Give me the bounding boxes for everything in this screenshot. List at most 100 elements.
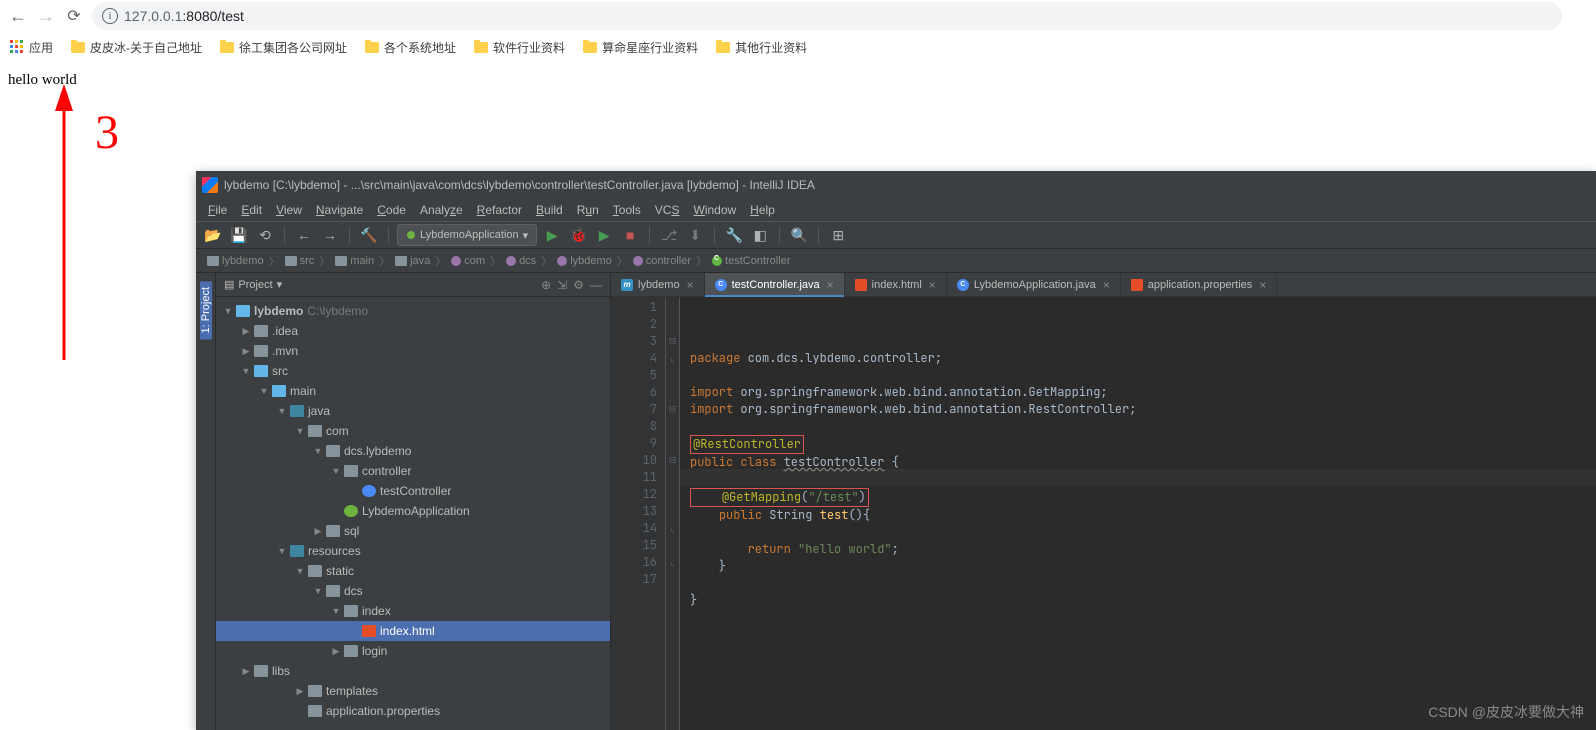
menu-window[interactable]: Window (687, 201, 742, 219)
editor-tab[interactable]: CtestController.java× (705, 273, 845, 296)
coverage-icon[interactable]: ▶ (593, 224, 615, 246)
tree-row[interactable]: ▼dcs (216, 581, 610, 601)
ide-menu-bar: File Edit View Navigate Code Analyze Ref… (196, 199, 1596, 221)
settings-icon[interactable]: 🔧 (723, 224, 745, 246)
search-icon[interactable]: 🔍 (788, 224, 810, 246)
forward-button[interactable]: → (36, 6, 56, 26)
breadcrumb-item[interactable]: com (448, 255, 488, 267)
editor-tab[interactable]: mlybdemo× (611, 273, 705, 296)
save-icon[interactable]: 💾 (228, 224, 250, 246)
close-tab-icon[interactable]: × (929, 278, 936, 292)
structure-icon[interactable]: ◧ (749, 224, 771, 246)
stop-button-icon[interactable]: ■ (619, 224, 641, 246)
pkg-icon (326, 585, 340, 597)
project-view-dropdown[interactable]: ▤ Project ▾ (224, 278, 537, 291)
menu-refactor[interactable]: Refactor (471, 201, 528, 219)
panel-settings-icon[interactable]: ⚙ (573, 278, 584, 292)
breadcrumb-item[interactable]: src (282, 255, 318, 267)
tree-row[interactable]: ▼static (216, 561, 610, 581)
redo-icon[interactable]: → (319, 224, 341, 246)
run-button-icon[interactable]: ▶ (541, 224, 563, 246)
tree-row[interactable]: LybdemoApplication (216, 501, 610, 521)
side-tool-tabs: 1: Project (196, 273, 216, 730)
breadcrumb-item[interactable]: java (392, 255, 433, 267)
tree-row[interactable]: application.properties (216, 701, 610, 721)
tree-row[interactable]: ▶sql (216, 521, 610, 541)
tree-row[interactable]: ▼java (216, 401, 610, 421)
reload-button[interactable]: ⟳ (64, 6, 84, 26)
folder-icon (308, 705, 322, 717)
open-icon[interactable]: 📂 (202, 224, 224, 246)
close-tab-icon[interactable]: × (1259, 278, 1266, 292)
menu-tools[interactable]: Tools (607, 201, 647, 219)
tree-row[interactable]: index.html (216, 621, 610, 641)
tree-row[interactable]: testController (216, 481, 610, 501)
menu-file[interactable]: File (202, 201, 233, 219)
editor-tab[interactable]: application.properties× (1121, 273, 1278, 296)
tree-row[interactable]: ▶.idea (216, 321, 610, 341)
bookmark-item[interactable]: 算命星座行业资料 (583, 39, 698, 56)
close-tab-icon[interactable]: × (687, 278, 694, 292)
menu-analyze[interactable]: Analyze (414, 201, 469, 219)
tree-row[interactable]: ▼com (216, 421, 610, 441)
project-structure-icon[interactable]: ⊞ (827, 224, 849, 246)
tree-row[interactable]: ▼main (216, 381, 610, 401)
site-info-icon[interactable]: i (102, 8, 118, 24)
tree-row[interactable]: ▼src (216, 361, 610, 381)
menu-edit[interactable]: Edit (235, 201, 268, 219)
close-tab-icon[interactable]: × (1103, 278, 1110, 292)
editor-tab[interactable]: index.html× (845, 273, 947, 296)
breadcrumb-item[interactable]: main (332, 255, 377, 267)
hide-panel-icon[interactable]: — (590, 278, 602, 292)
breadcrumb-item[interactable]: lybdemo (554, 255, 615, 267)
menu-vcs[interactable]: VCS (649, 201, 686, 219)
menu-code[interactable]: Code (371, 201, 412, 219)
tree-row[interactable]: ▼index (216, 601, 610, 621)
tree-row[interactable]: ▼resources (216, 541, 610, 561)
breadcrumb-item[interactable]: testController (709, 255, 793, 267)
pkg-icon (344, 605, 358, 617)
menu-navigate[interactable]: Navigate (310, 201, 369, 219)
breadcrumb-item[interactable]: controller (630, 255, 694, 267)
git-branch-icon[interactable]: ⎇ (658, 224, 680, 246)
tree-label: testController (380, 481, 451, 501)
menu-help[interactable]: Help (744, 201, 781, 219)
tree-label: libs (272, 661, 290, 681)
apps-shortcut[interactable]: 应用 (10, 39, 53, 56)
tree-label: static (326, 561, 354, 581)
html-icon (362, 625, 376, 637)
undo-icon[interactable]: ← (293, 224, 315, 246)
run-configuration-dropdown[interactable]: LybdemoApplication ▾ (397, 224, 537, 246)
address-bar[interactable]: i 127.0.0.1:8080/test (92, 2, 1562, 30)
debug-button-icon[interactable]: 🐞 (567, 224, 589, 246)
sync-icon[interactable]: ⟲ (254, 224, 276, 246)
breadcrumb-item[interactable]: dcs (503, 255, 539, 267)
project-tree[interactable]: ▼lybdemoC:\lybdemo▶.idea▶.mvn▼src▼main▼j… (216, 297, 610, 730)
editor-tab[interactable]: CLybdemoApplication.java× (947, 273, 1121, 296)
browser-nav-bar: ← → ⟳ i 127.0.0.1:8080/test (0, 0, 1596, 32)
git-update-icon[interactable]: ⬇ (684, 224, 706, 246)
bookmark-item[interactable]: 徐工集团各公司网址 (220, 39, 347, 56)
bookmark-item[interactable]: 其他行业资料 (716, 39, 807, 56)
tree-row[interactable]: ▼controller (216, 461, 610, 481)
bookmark-item[interactable]: 各个系统地址 (365, 39, 456, 56)
project-side-tab[interactable]: 1: Project (200, 281, 212, 339)
back-button[interactable]: ← (8, 6, 28, 26)
tree-row[interactable]: ▶libs (216, 661, 610, 681)
breadcrumb-item[interactable]: lybdemo (204, 255, 267, 267)
bookmark-item[interactable]: 软件行业资料 (474, 39, 565, 56)
tree-row[interactable]: ▶templates (216, 681, 610, 701)
tree-row[interactable]: ▶.mvn (216, 341, 610, 361)
tree-row[interactable]: ▼lybdemoC:\lybdemo (216, 301, 610, 321)
close-tab-icon[interactable]: × (827, 278, 834, 292)
tree-row[interactable]: ▶login (216, 641, 610, 661)
menu-view[interactable]: View (270, 201, 308, 219)
menu-run[interactable]: Run (571, 201, 605, 219)
menu-build[interactable]: Build (530, 201, 569, 219)
code-editor[interactable]: package com.dcs.lybdemo.controller; impo… (680, 297, 1596, 730)
tree-row[interactable]: ▼dcs.lybdemo (216, 441, 610, 461)
build-icon[interactable]: 🔨 (358, 224, 380, 246)
collapse-all-icon[interactable]: ⇲ (557, 278, 567, 292)
bookmark-item[interactable]: 皮皮冰-关于自己地址 (71, 39, 202, 56)
scroll-from-source-icon[interactable]: ⊕ (541, 278, 551, 292)
